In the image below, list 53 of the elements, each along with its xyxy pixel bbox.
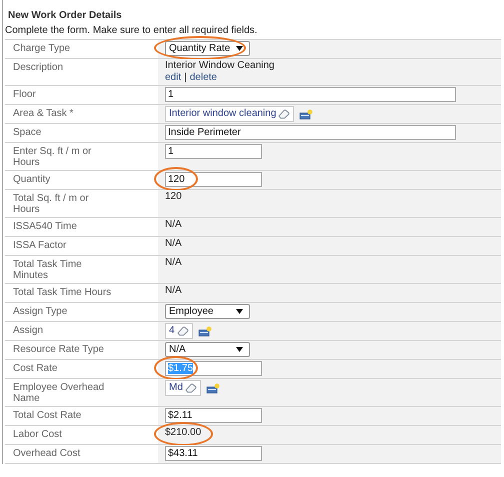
section-title: New Work Order Details — [8, 10, 122, 21]
eraser-icon[interactable] — [184, 383, 197, 393]
field-label: Quantity — [13, 174, 50, 185]
lookup-field[interactable]: Interior window cleaning — [165, 106, 294, 122]
text-input[interactable]: $43.11 — [165, 446, 262, 461]
link-separator: | — [184, 72, 187, 84]
instructions-text: Complete the form. Make sure to enter all required fields. — [5, 25, 258, 36]
text-input[interactable]: 1 — [165, 144, 262, 159]
field-label: Total Task Time Hours — [13, 287, 112, 298]
field-label: ISSA Factor — [13, 240, 66, 251]
field-label: Area & Task * — [13, 108, 74, 119]
field-label: Total Sq. ft / m or Hours — [13, 193, 90, 215]
field-value: N/A — [165, 219, 182, 230]
field-label: Resource Rate Type — [13, 344, 104, 355]
field-label: Employee Overhead Name — [13, 382, 106, 404]
eraser-icon[interactable] — [176, 326, 189, 336]
dropdown[interactable]: Employee — [165, 304, 250, 319]
dropdown[interactable]: N/A — [165, 342, 250, 357]
field-label: Floor — [13, 89, 36, 100]
field-value: $210.00 — [165, 427, 202, 438]
field-label: Space — [13, 127, 42, 138]
field-label: Overhead Cost — [13, 448, 80, 459]
text-input[interactable]: $2.11 — [165, 408, 262, 423]
field-value: N/A — [165, 257, 182, 268]
text-input[interactable]: 1 — [165, 87, 456, 102]
field-label: Assign — [13, 325, 44, 336]
dropdown[interactable]: Quantity Rate — [165, 41, 250, 56]
action-link[interactable]: edit — [165, 72, 182, 84]
field-value: N/A — [165, 238, 182, 249]
eraser-icon[interactable] — [278, 109, 290, 119]
add-card-icon[interactable] — [299, 108, 314, 120]
description-text: Interior Window Ceaning — [165, 60, 274, 72]
add-card-icon[interactable] — [198, 326, 212, 336]
text-input[interactable]: Inside Perimeter — [165, 125, 456, 140]
field-label: Total Task Time Minutes — [13, 259, 83, 281]
text-input[interactable]: 120 — [165, 172, 262, 187]
field-label: Total Cost Rate — [13, 410, 82, 421]
action-link[interactable]: delete — [190, 72, 217, 84]
caret-icon — [236, 46, 244, 51]
field-label: Enter Sq. ft / m or Hours — [13, 146, 92, 168]
caret-icon — [236, 347, 243, 352]
field-value: 120 — [165, 191, 182, 202]
field-label: Cost Rate — [13, 363, 58, 374]
lookup-field[interactable]: 4 — [165, 323, 193, 339]
field-label: Labor Cost — [13, 429, 62, 440]
lookup-field[interactable]: Md — [165, 380, 201, 396]
field-label: Assign Type — [13, 306, 68, 317]
field-label: Charge Type — [13, 43, 70, 54]
field-label: ISSA540 Time — [13, 221, 77, 232]
add-card-icon[interactable] — [206, 382, 220, 394]
caret-icon — [236, 309, 243, 314]
field-value: N/A — [165, 285, 182, 296]
field-label: Description — [13, 62, 64, 73]
